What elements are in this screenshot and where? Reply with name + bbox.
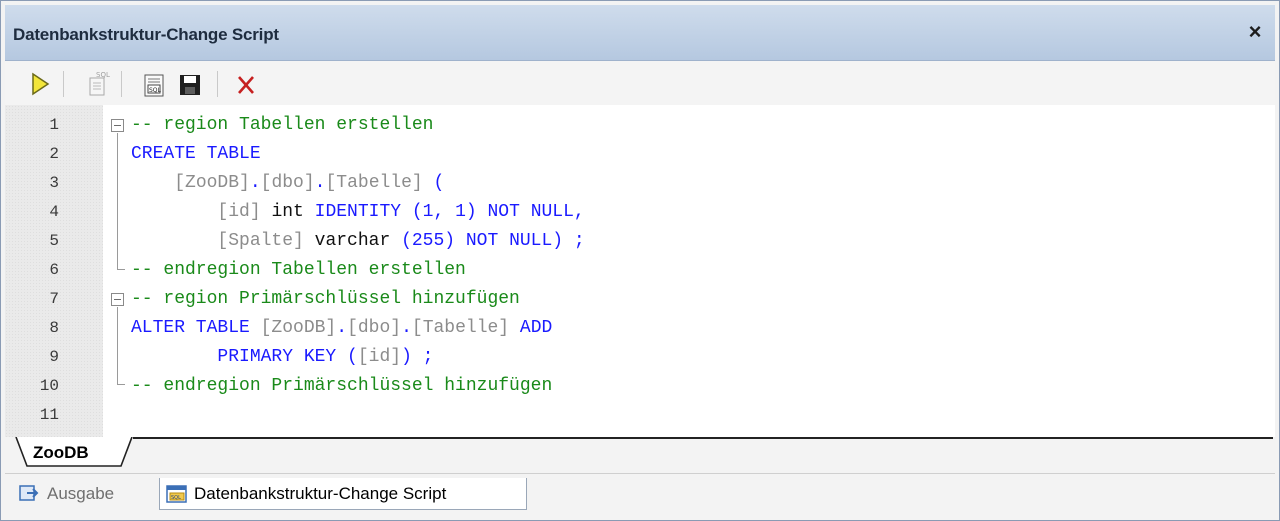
tab-ausgabe[interactable]: Ausgabe (13, 478, 155, 510)
line-numbers: 1 2 3 4 5 6 7 8 9 10 11 (5, 111, 65, 430)
toolbar-separator (121, 71, 122, 97)
code-line: ALTER TABLE [ZooDB].[dbo].[Tabelle] ADD (131, 314, 1271, 343)
code-token: (255) NOT NULL) ; (401, 231, 585, 251)
code-token: [Spalte] (217, 231, 304, 251)
code-token: [id] (217, 202, 261, 222)
code-token: . (336, 318, 348, 338)
delete-icon (238, 76, 254, 94)
line-number: 11 (39, 406, 59, 424)
line-number: 9 (49, 348, 59, 366)
svg-text:SQL: SQL (171, 495, 181, 501)
line-number: 8 (49, 319, 59, 337)
output-icon (19, 485, 39, 501)
code-token: ADD (509, 318, 553, 338)
line-number: 6 (49, 261, 59, 279)
toolbar-separator (63, 71, 64, 97)
fold-end-marker (117, 269, 125, 270)
code-line: [id] int IDENTITY (1, 1) NOT NULL, (131, 198, 1271, 227)
code-token: -- endregion Primärschlüssel hinzufügen (131, 376, 553, 396)
code-token: [dbo] (347, 318, 402, 338)
line-number: 5 (49, 232, 59, 250)
code-token: . (249, 173, 261, 193)
tab-zoodb[interactable]: ZooDB (15, 437, 133, 467)
title-bar: Datenbankstruktur-Change Script × (5, 5, 1275, 61)
code-line: -- region Primärschlüssel hinzufügen (131, 285, 1271, 314)
code-token: . (401, 318, 412, 338)
change-script-icon: SQL (166, 485, 187, 503)
line-number: 3 (49, 174, 59, 192)
tab-strip-divider (133, 437, 1273, 439)
fold-toggle-region-2[interactable] (111, 293, 124, 306)
line-number: 2 (49, 145, 59, 163)
code-token: [Tabelle] (325, 173, 423, 193)
code-token: ( (422, 173, 445, 193)
fold-guide (117, 307, 118, 384)
code-line: -- endregion Tabellen erstellen (131, 256, 1271, 285)
fold-guide (117, 133, 118, 269)
delete-button[interactable] (233, 69, 259, 99)
database-tab-strip: ZooDB (5, 437, 1275, 471)
code-token: PRIMARY KEY ( (131, 347, 358, 367)
code-token: [ZooDB] (260, 318, 337, 338)
tab-change-script[interactable]: SQL Datenbankstruktur-Change Script (159, 478, 527, 510)
code-token: IDENTITY (1, 1) NOT NULL, (314, 202, 585, 222)
code-token: CREATE TABLE (131, 144, 261, 164)
code-area: -- region Tabellen erstellen CREATE TABLE… (131, 111, 1271, 430)
code-line: CREATE TABLE (131, 140, 1271, 169)
code-token: [id] (357, 347, 402, 367)
code-token: varchar (303, 231, 402, 251)
code-token: . (314, 173, 326, 193)
tab-ausgabe-label: Ausgabe (47, 484, 115, 503)
open-sql-button[interactable]: SQL (141, 69, 167, 99)
code-token: [ZooDB] (174, 173, 250, 193)
svg-text:SQL: SQL (149, 87, 162, 94)
svg-text:SQL: SQL (96, 71, 110, 79)
code-token: -- endregion Tabellen erstellen (131, 260, 466, 280)
close-button[interactable]: × (1243, 19, 1267, 45)
fold-toggle-region-1[interactable] (111, 119, 124, 132)
line-number: 4 (49, 203, 59, 221)
save-button[interactable] (177, 69, 203, 99)
sql-editor-icon: SQL (89, 71, 110, 96)
code-token: -- region Primärschlüssel hinzufügen (131, 289, 520, 309)
toolbar-separator (217, 71, 218, 97)
line-number: 7 (49, 290, 59, 308)
code-line: -- endregion Primärschlüssel hinzufügen (131, 372, 1271, 401)
tab-change-script-label: Datenbankstruktur-Change Script (194, 484, 447, 503)
code-token: int (260, 202, 315, 222)
code-line: -- region Tabellen erstellen (131, 111, 1271, 140)
change-script-window: Datenbankstruktur-Change Script × SQL SQ… (0, 0, 1280, 521)
tab-zoodb-label: ZooDB (33, 443, 89, 462)
code-token: -- region Tabellen erstellen (131, 115, 434, 135)
window-title: Datenbankstruktur-Change Script (13, 25, 279, 44)
save-icon (180, 75, 200, 95)
code-line: [Spalte] varchar (255) NOT NULL) ; (131, 227, 1271, 256)
panel-tab-bar: Ausgabe SQL Datenbankstruktur-Change Scr… (5, 473, 1275, 513)
code-token: ) ; (401, 347, 434, 367)
code-token: ALTER TABLE (131, 318, 261, 338)
execute-icon (32, 72, 50, 96)
line-number: 1 (49, 116, 59, 134)
execute-button[interactable] (27, 69, 53, 99)
code-line: [ZooDB].[dbo].[Tabelle] ( (131, 169, 1271, 198)
open-in-sql-editor-button[interactable]: SQL (85, 69, 111, 99)
code-token: [Tabelle] (411, 318, 510, 338)
line-number-gutter: 1 2 3 4 5 6 7 8 9 10 11 (5, 105, 103, 437)
open-sql-icon: SQL (144, 74, 164, 97)
code-line: PRIMARY KEY ([id]) ; (131, 343, 1271, 372)
fold-end-marker (117, 384, 125, 385)
line-number: 10 (39, 377, 59, 395)
code-token: [dbo] (260, 173, 315, 193)
script-editor[interactable]: 1 2 3 4 5 6 7 8 9 10 11 -- region Tabellen erstell… (5, 105, 1275, 437)
toolbar: SQL SQL (5, 61, 1275, 105)
